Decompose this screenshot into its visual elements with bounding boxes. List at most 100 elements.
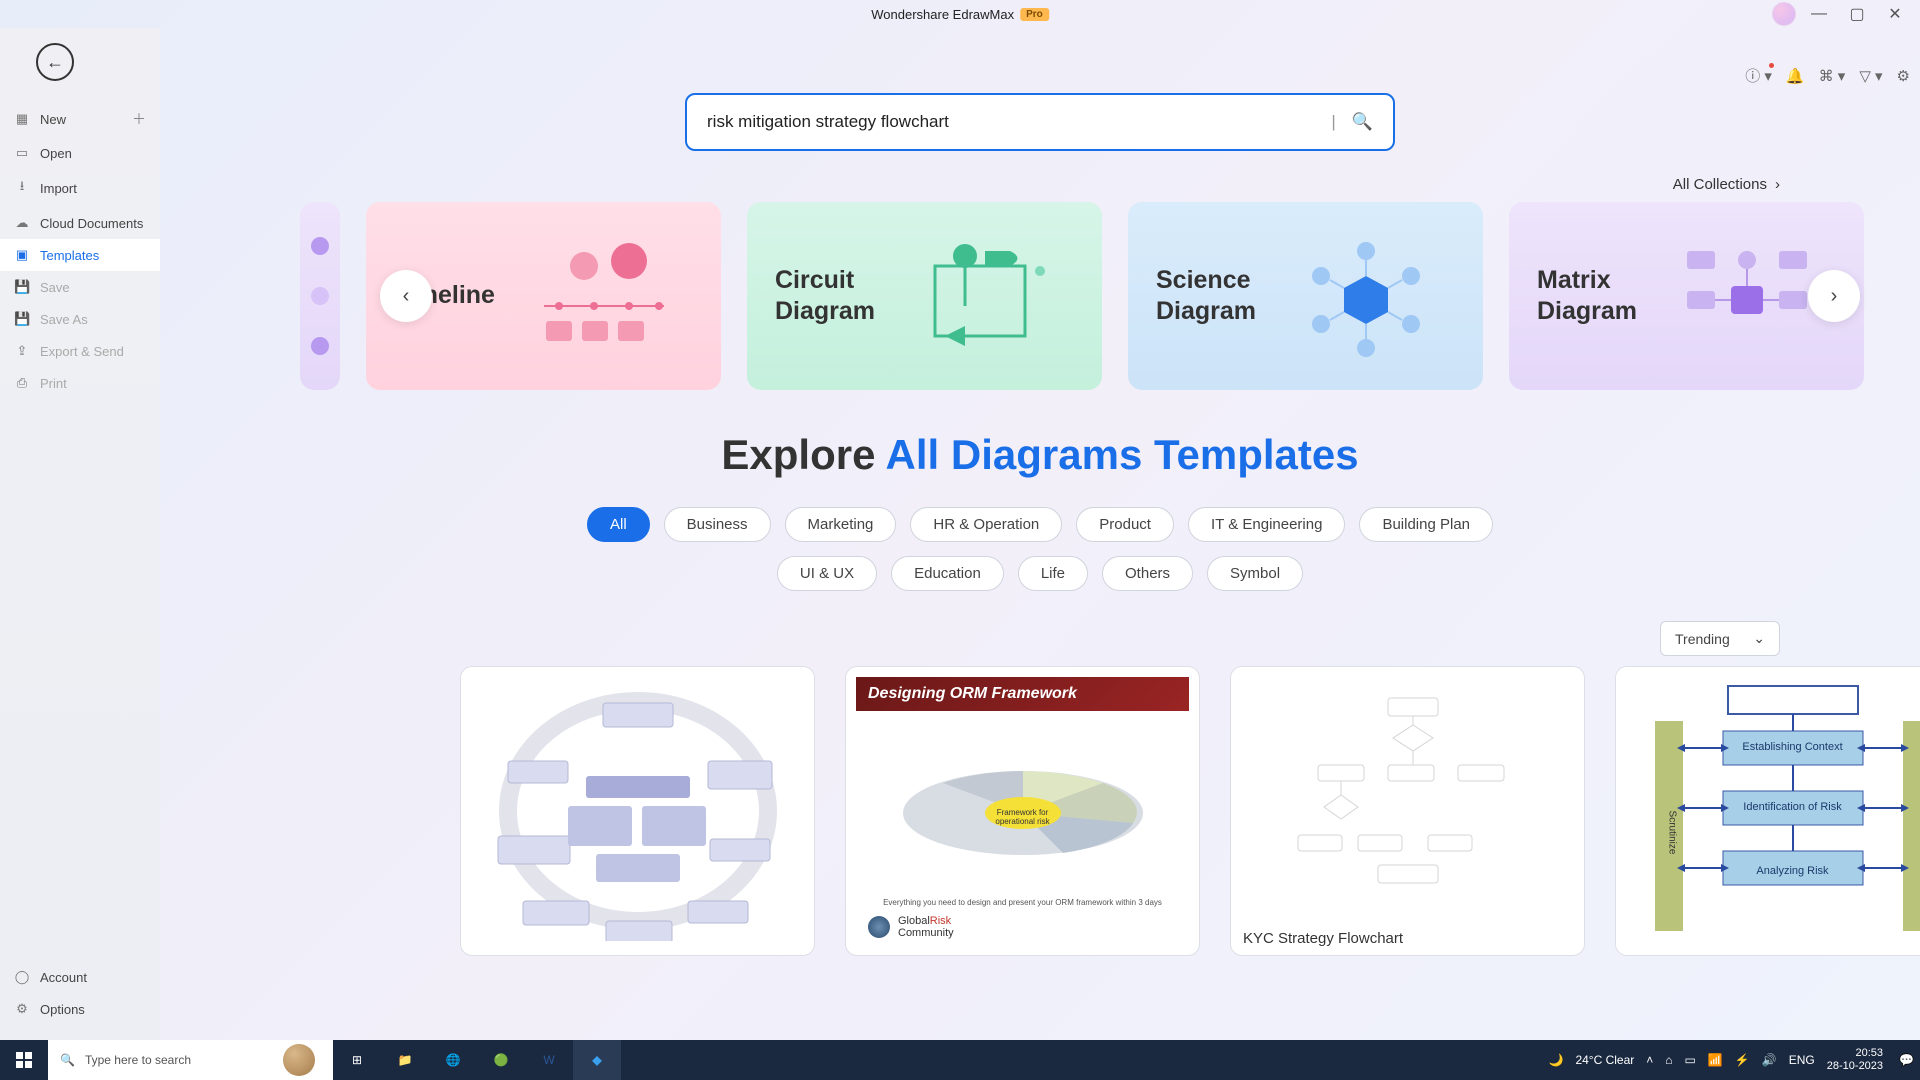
wifi-icon[interactable]: 📶 [1708, 1053, 1723, 1067]
weather-icon[interactable]: 🌙 [1549, 1053, 1564, 1067]
explore-prefix: Explore [721, 431, 885, 478]
volume-icon[interactable]: 🔊 [1762, 1053, 1777, 1067]
main-content: risk mitigation strategy flowchart | 🔍 A… [160, 28, 1920, 1040]
grid-icon[interactable]: ⌘ ▾ [1819, 67, 1846, 85]
chip-others[interactable]: Others [1102, 556, 1193, 591]
card-partial-left[interactable] [300, 202, 340, 390]
template-card-2[interactable]: Designing ORM Framework Framew [845, 666, 1200, 956]
chip-uiux[interactable]: UI & UX [777, 556, 877, 591]
plus-icon[interactable]: ＋ [132, 109, 146, 129]
taskbar-time: 20:53 [1827, 1047, 1883, 1060]
notifications-icon[interactable]: 💬 [1899, 1053, 1914, 1067]
meet-icon[interactable]: ▭ [1685, 1053, 1696, 1067]
back-button[interactable]: ← [36, 43, 74, 81]
chip-marketing[interactable]: Marketing [785, 507, 897, 542]
header-toolbar: ⓘ ▾ 🔔 ⌘ ▾ ▽ ▾ ⚙ [1745, 65, 1910, 86]
card-science[interactable]: Science Diagram [1128, 202, 1483, 390]
card-title: Matrix Diagram [1537, 265, 1637, 328]
chip-hr[interactable]: HR & Operation [910, 507, 1062, 542]
science-art [1276, 231, 1455, 361]
chip-symbol[interactable]: Symbol [1207, 556, 1303, 591]
word-icon[interactable]: W [525, 1040, 573, 1080]
filter-chips-row1: All Business Marketing HR & Operation Pr… [160, 507, 1920, 542]
tray-chevron-icon[interactable]: ˄ [1646, 1053, 1653, 1067]
templates-icon: ▣ [14, 247, 30, 263]
filter-icon[interactable]: ▽ ▾ [1859, 67, 1882, 85]
battery-icon[interactable]: ⚡ [1735, 1053, 1750, 1067]
chip-it[interactable]: IT & Engineering [1188, 507, 1345, 542]
sidebar-export: ⇪Export & Send [0, 335, 160, 367]
chrome-icon[interactable]: 🟢 [477, 1040, 525, 1080]
plus-box-icon: ▦ [14, 111, 30, 127]
saveas-icon: 💾 [14, 311, 30, 327]
start-button[interactable] [0, 1040, 48, 1080]
card-circuit[interactable]: Circuit Diagram [747, 202, 1102, 390]
text-cursor: | [1331, 112, 1335, 132]
sidebar-cloud[interactable]: ☁ Cloud Documents [0, 207, 160, 239]
avatar[interactable] [1772, 2, 1796, 26]
cortana-avatar [283, 1044, 315, 1076]
user-icon: ◯ [14, 969, 30, 985]
globe-icon [868, 916, 890, 938]
pro-badge: Pro [1020, 8, 1049, 21]
edrawmax-icon[interactable]: ◆ [573, 1040, 621, 1080]
template-card-1[interactable] [460, 666, 815, 956]
sidebar-item-label: Cloud Documents [40, 216, 143, 231]
sidebar-open[interactable]: ▭Open [0, 137, 160, 169]
close-button[interactable]: ✕ [1880, 4, 1910, 24]
sidebar-item-label: Options [40, 1002, 85, 1017]
orm-title: Designing ORM Framework [856, 677, 1189, 711]
carousel-next-button[interactable]: › [1808, 270, 1860, 322]
rm-step1: Establishing Context [1728, 741, 1858, 753]
sidebar-item-label: Templates [40, 248, 99, 263]
taskbar-search[interactable]: 🔍 Type here to search [48, 1040, 333, 1080]
print-icon: ⎙ [14, 375, 30, 391]
filter-chips-row2: UI & UX Education Life Others Symbol [160, 556, 1920, 591]
taskbar-search-placeholder: Type here to search [85, 1053, 191, 1067]
chip-building[interactable]: Building Plan [1359, 507, 1493, 542]
chip-education[interactable]: Education [891, 556, 1004, 591]
sidebar-item-label: Account [40, 970, 87, 985]
sidebar-import[interactable]: ⭳Import [0, 169, 160, 207]
chip-all[interactable]: All [587, 507, 650, 542]
taskbar-clock[interactable]: 20:53 28-10-2023 [1827, 1047, 1887, 1073]
search-icon[interactable]: 🔍 [1352, 112, 1373, 132]
sidebar-templates[interactable]: ▣ Templates [0, 239, 160, 271]
maximize-button[interactable]: ▢ [1842, 4, 1872, 24]
explorer-icon[interactable]: 📁 [381, 1040, 429, 1080]
chip-business[interactable]: Business [664, 507, 771, 542]
all-collections-label: All Collections [1673, 176, 1767, 193]
explore-highlight: All Diagrams Templates [886, 431, 1359, 478]
search-input[interactable]: risk mitigation strategy flowchart | 🔍 [685, 93, 1395, 151]
edge-icon[interactable]: 🌐 [429, 1040, 477, 1080]
all-collections-link[interactable]: All Collections › [160, 176, 1920, 201]
onedrive-icon[interactable]: ⌂ [1665, 1053, 1672, 1067]
help-icon[interactable]: ⓘ ▾ [1745, 65, 1772, 86]
rm-step3: Analyzing Risk [1728, 865, 1858, 877]
search-text: risk mitigation strategy flowchart [707, 112, 1315, 132]
sort-dropdown[interactable]: Trending ⌄ [1660, 621, 1780, 656]
template-preview [461, 667, 814, 955]
taskbar[interactable]: 🔍 Type here to search ⊞ 📁 🌐 🟢 W ◆ 🌙 24°C… [0, 1040, 1920, 1080]
chip-life[interactable]: Life [1018, 556, 1088, 591]
sidebar-item-label: Open [40, 146, 72, 161]
rm-side-left: Scrutinize [1666, 811, 1677, 855]
task-view-icon[interactable]: ⊞ [333, 1040, 381, 1080]
weather-text[interactable]: 24°C Clear [1575, 1053, 1634, 1067]
chip-product[interactable]: Product [1076, 507, 1174, 542]
bell-icon[interactable]: 🔔 [1786, 67, 1805, 85]
sidebar-options[interactable]: ⚙Options [0, 993, 160, 1025]
card-title: Science Diagram [1156, 265, 1256, 328]
cloud-icon: ☁ [14, 215, 30, 231]
gear-icon[interactable]: ⚙ [1897, 67, 1910, 85]
carousel-prev-button[interactable]: ‹ [380, 270, 432, 322]
category-carousel: ‹ Timeline Circuit Diagram [160, 201, 1920, 391]
sidebar-new[interactable]: ▦New＋ [0, 101, 160, 137]
template-card-3[interactable]: KYC Strategy Flowchart [1230, 666, 1585, 956]
sidebar-item-label: Print [40, 376, 67, 391]
sidebar-account[interactable]: ◯ Account [0, 961, 160, 993]
template-label: KYC Strategy Flowchart [1231, 922, 1584, 955]
template-card-4[interactable]: Establishing Context Identification of R… [1615, 666, 1920, 956]
minimize-button[interactable]: — [1804, 4, 1834, 24]
lang-indicator[interactable]: ENG [1789, 1053, 1815, 1067]
